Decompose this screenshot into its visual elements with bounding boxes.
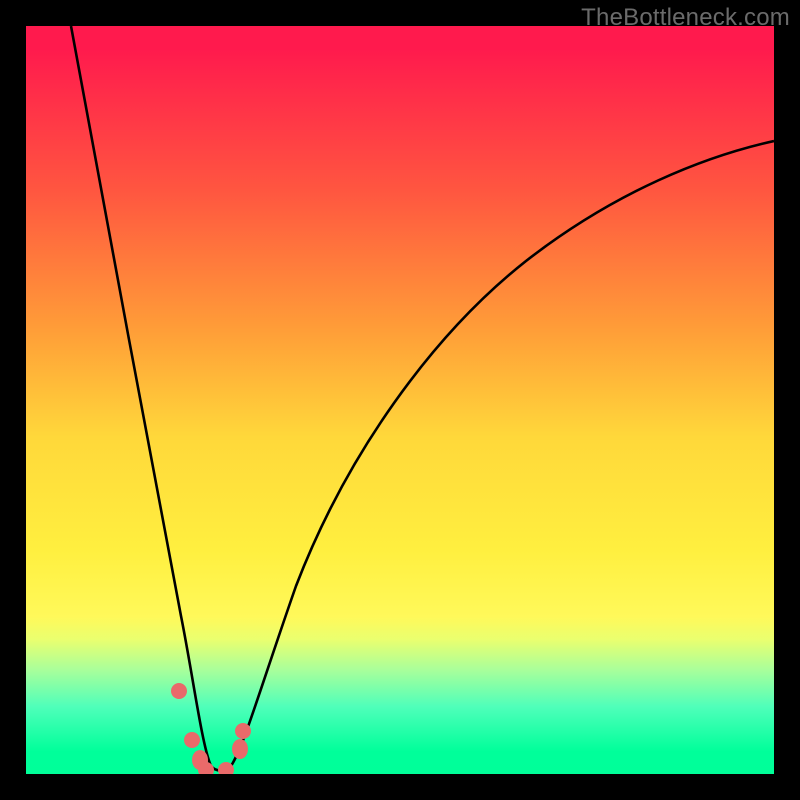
marker-dot bbox=[232, 739, 248, 759]
bottleneck-curve-path bbox=[71, 26, 774, 771]
bottleneck-chart bbox=[26, 26, 774, 774]
watermark-text: TheBottleneck.com bbox=[581, 4, 790, 32]
curve-markers bbox=[171, 683, 251, 774]
marker-dot bbox=[171, 683, 187, 699]
marker-dot bbox=[184, 732, 200, 748]
marker-dot bbox=[235, 723, 251, 739]
